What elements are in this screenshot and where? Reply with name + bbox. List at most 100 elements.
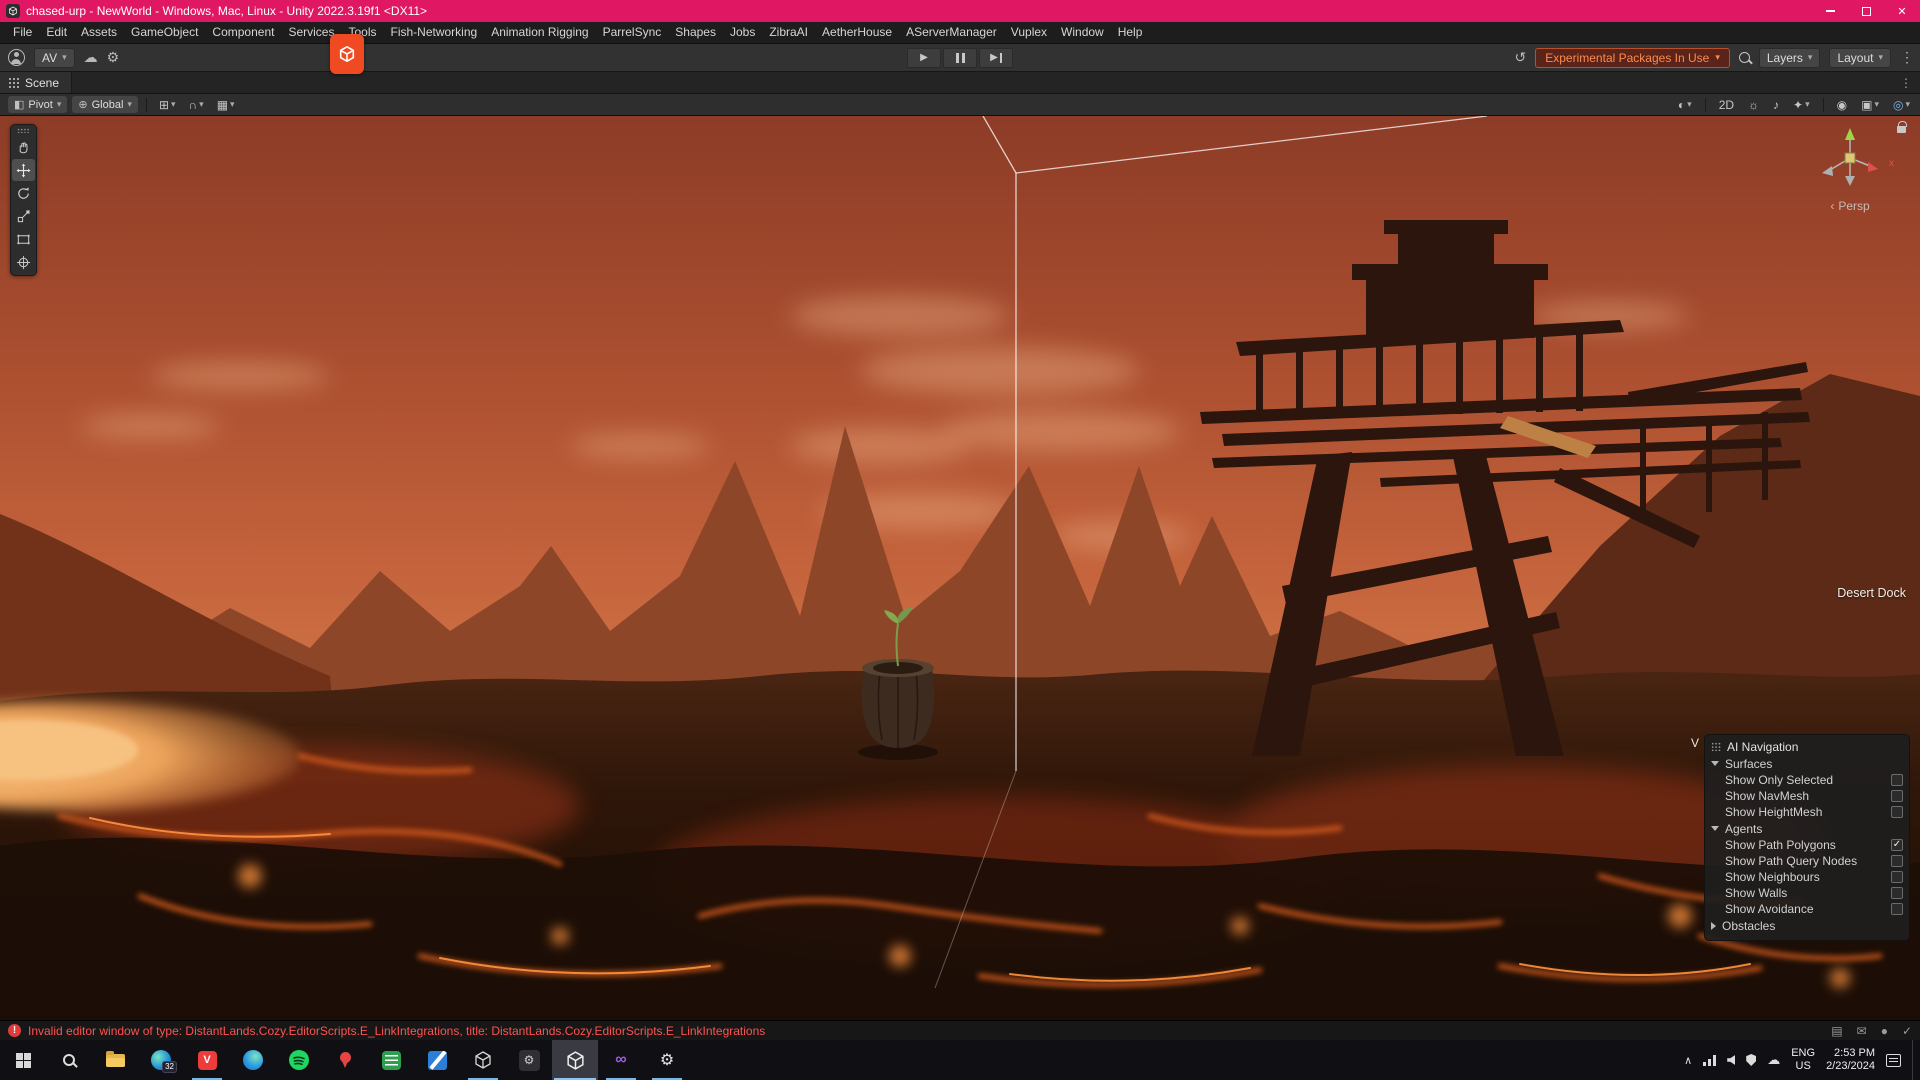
2d-toggle-button[interactable]: 2D [1715, 96, 1738, 113]
menu-help[interactable]: Help [1111, 22, 1150, 43]
menu-animation-rigging[interactable]: Animation Rigging [484, 22, 595, 43]
row-show-heightmesh[interactable]: Show HeightMesh [1711, 804, 1903, 820]
status-dot-icon[interactable]: ● [1881, 1024, 1888, 1038]
progress-panel-icon[interactable]: ▤ [1831, 1024, 1842, 1038]
audio-toggle-icon[interactable]: ♪ [1769, 96, 1783, 113]
scene-viewport[interactable]: x ‹ Persp Desert Dock V AI Navigation Su… [0, 116, 1920, 1020]
lock-icon[interactable] [1897, 126, 1906, 133]
search-icon[interactable] [1739, 52, 1750, 63]
row-show-walls[interactable]: Show Walls [1711, 885, 1903, 901]
undo-history-icon[interactable]: ↺ [1515, 49, 1527, 66]
tab-menu-icon[interactable]: ⋮ [1900, 76, 1912, 90]
snap-magnet-button[interactable]: ∩ ▾ [185, 96, 208, 113]
checkbox[interactable] [1891, 855, 1903, 867]
start-button[interactable] [0, 1040, 46, 1080]
snap-increment-button[interactable]: ▦ ▾ [213, 96, 239, 113]
vivaldi-button[interactable]: V [184, 1040, 230, 1080]
scene-gizmo[interactable]: x ‹ Persp [1798, 122, 1902, 213]
taskbar-search-button[interactable] [46, 1040, 92, 1080]
row-show-avoidance[interactable]: Show Avoidance [1711, 901, 1903, 917]
drag-handle-icon[interactable] [1711, 742, 1721, 751]
row-show-path-query-nodes[interactable]: Show Path Query Nodes [1711, 853, 1903, 869]
ai-navigation-header[interactable]: AI Navigation [1711, 738, 1903, 755]
layers-dropdown[interactable]: Layers ▾ [1759, 48, 1821, 68]
menu-fish-networking[interactable]: Fish-Networking [383, 22, 484, 43]
checkbox[interactable] [1891, 790, 1903, 802]
messages-icon[interactable]: ✉ [1857, 1024, 1867, 1038]
error-icon[interactable]: ! [8, 1024, 21, 1037]
edge-button[interactable] [230, 1040, 276, 1080]
lighting-toggle-icon[interactable]: ☼ [1744, 96, 1763, 113]
security-shield-icon[interactable] [1746, 1054, 1756, 1066]
row-show-only-selected[interactable]: Show Only Selected [1711, 772, 1903, 788]
checkbox[interactable] [1891, 887, 1903, 899]
move-tool[interactable] [12, 159, 35, 181]
settings-button[interactable]: ⚙ [644, 1040, 690, 1080]
overlay-edge-label[interactable]: V [1691, 736, 1699, 750]
persp-label[interactable]: Persp [1838, 199, 1869, 213]
global-dropdown[interactable]: ⊕ Global ▾ [72, 96, 138, 113]
grid-visibility-button[interactable]: ⊞ ▾ [155, 96, 180, 113]
view-hand-tool[interactable] [12, 136, 35, 158]
language-indicator[interactable]: ENG US [1791, 1047, 1815, 1073]
tray-expand-icon[interactable]: ∧ [1684, 1054, 1692, 1067]
error-message[interactable]: Invalid editor window of type: DistantLa… [28, 1024, 765, 1038]
layout-dropdown[interactable]: Layout ▾ [1829, 48, 1891, 68]
floating-package-icon[interactable] [330, 34, 364, 74]
unity-editor-button[interactable] [552, 1040, 598, 1080]
visual-studio-button[interactable]: ∞ [598, 1040, 644, 1080]
vscode-button[interactable] [414, 1040, 460, 1080]
action-center-icon[interactable] [1886, 1054, 1901, 1067]
spotify-button[interactable] [276, 1040, 322, 1080]
account-avatar-icon[interactable] [8, 49, 25, 66]
volume-icon[interactable] [1727, 1055, 1735, 1065]
gizmos-button[interactable]: ◎ ▾ [1889, 96, 1914, 113]
row-show-neighbours[interactable]: Show Neighbours [1711, 869, 1903, 885]
menu-shapes[interactable]: Shapes [668, 22, 723, 43]
show-desktop-button[interactable] [1912, 1040, 1916, 1080]
checkbox-checked[interactable]: ✓ [1891, 839, 1903, 851]
status-check-icon[interactable]: ✓ [1902, 1024, 1912, 1038]
account-dropdown[interactable]: AV ▾ [34, 48, 75, 68]
version-control-icon[interactable]: ⚙ [107, 49, 120, 66]
surfaces-foldout[interactable]: Surfaces [1711, 755, 1903, 772]
agents-foldout[interactable]: Agents [1711, 820, 1903, 837]
rotate-tool[interactable] [12, 182, 35, 204]
effects-toggle-button[interactable]: ✦ ▾ [1789, 96, 1814, 113]
menu-edit[interactable]: Edit [39, 22, 74, 43]
menu-component[interactable]: Component [205, 22, 281, 43]
step-button[interactable]: ▶ [979, 48, 1013, 68]
toolbar-more-icon[interactable]: ⋮ [1900, 49, 1914, 66]
clock[interactable]: 2:53 PM 2/23/2024 [1826, 1047, 1875, 1073]
menu-window[interactable]: Window [1054, 22, 1111, 43]
unity-hub-button[interactable] [460, 1040, 506, 1080]
row-show-path-polygons[interactable]: Show Path Polygons ✓ [1711, 837, 1903, 853]
browser-badged-button[interactable]: 32 [138, 1040, 184, 1080]
row-show-navmesh[interactable]: Show NavMesh [1711, 788, 1903, 804]
green-app-button[interactable] [368, 1040, 414, 1080]
checkbox[interactable] [1891, 871, 1903, 883]
pivot-dropdown[interactable]: ◧ Pivot ▾ [8, 96, 67, 113]
camera-settings-button[interactable]: ▣ ▾ [1857, 96, 1883, 113]
rect-tool[interactable] [12, 228, 35, 250]
experimental-packages-button[interactable]: Experimental Packages In Use ▾ [1535, 48, 1730, 68]
menu-aetherhouse[interactable]: AetherHouse [815, 22, 899, 43]
title-bar[interactable]: chased-urp - NewWorld - Windows, Mac, Li… [0, 0, 1920, 22]
file-explorer-button[interactable] [92, 1040, 138, 1080]
pause-button[interactable] [943, 48, 977, 68]
checkbox[interactable] [1891, 806, 1903, 818]
close-button[interactable]: ✕ [1884, 0, 1920, 22]
minimize-button[interactable] [1812, 0, 1848, 22]
transform-tool[interactable] [12, 251, 35, 273]
menu-assets[interactable]: Assets [74, 22, 124, 43]
menu-file[interactable]: File [6, 22, 39, 43]
scale-tool[interactable] [12, 205, 35, 227]
tab-scene[interactable]: Scene [0, 72, 72, 93]
persp-chevron-icon[interactable]: ‹ [1830, 199, 1834, 213]
menu-parrelsync[interactable]: ParrelSync [596, 22, 669, 43]
hidden-objects-icon[interactable]: ◉ [1833, 96, 1851, 113]
unity-tool-button[interactable]: ⚙ [506, 1040, 552, 1080]
cloud-services-icon[interactable]: ☁ [84, 49, 98, 66]
menu-jobs[interactable]: Jobs [723, 22, 762, 43]
checkbox[interactable] [1891, 774, 1903, 786]
